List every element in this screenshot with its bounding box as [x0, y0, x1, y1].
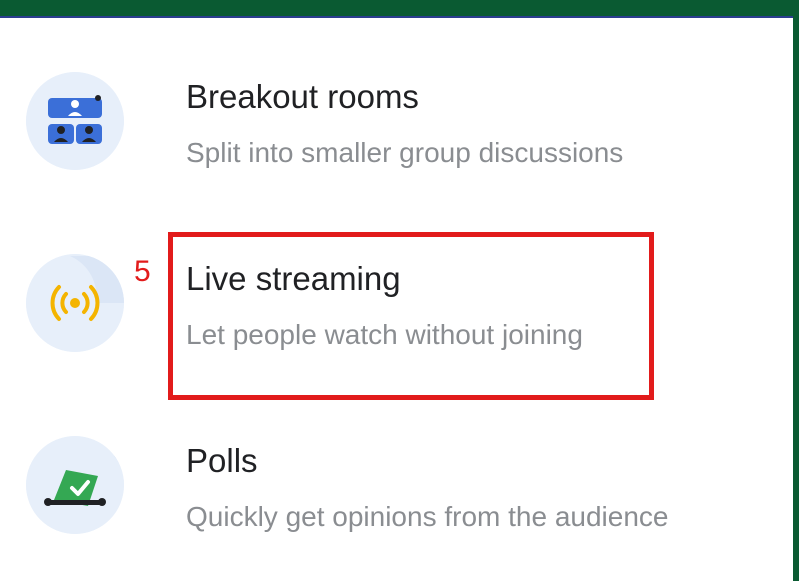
menu-item-breakout-rooms[interactable]: Breakout rooms Split into smaller group …	[0, 64, 793, 234]
live-streaming-icon	[26, 254, 124, 352]
menu-item-subtitle: Quickly get opinions from the audience	[186, 501, 669, 532]
menu-item-polls[interactable]: Polls Quickly get opinions from the audi…	[0, 428, 793, 581]
menu-item-title: Breakout rooms	[186, 78, 419, 115]
menu-item-title: Polls	[186, 442, 258, 479]
app-window: Breakout rooms Split into smaller group …	[0, 0, 799, 581]
menu-item-subtitle: Split into smaller group discussions	[186, 137, 624, 168]
breakout-rooms-icon	[26, 72, 124, 170]
step-number-label: 5	[134, 255, 151, 288]
polls-icon	[26, 436, 124, 534]
highlight-annotation-box	[168, 232, 654, 400]
